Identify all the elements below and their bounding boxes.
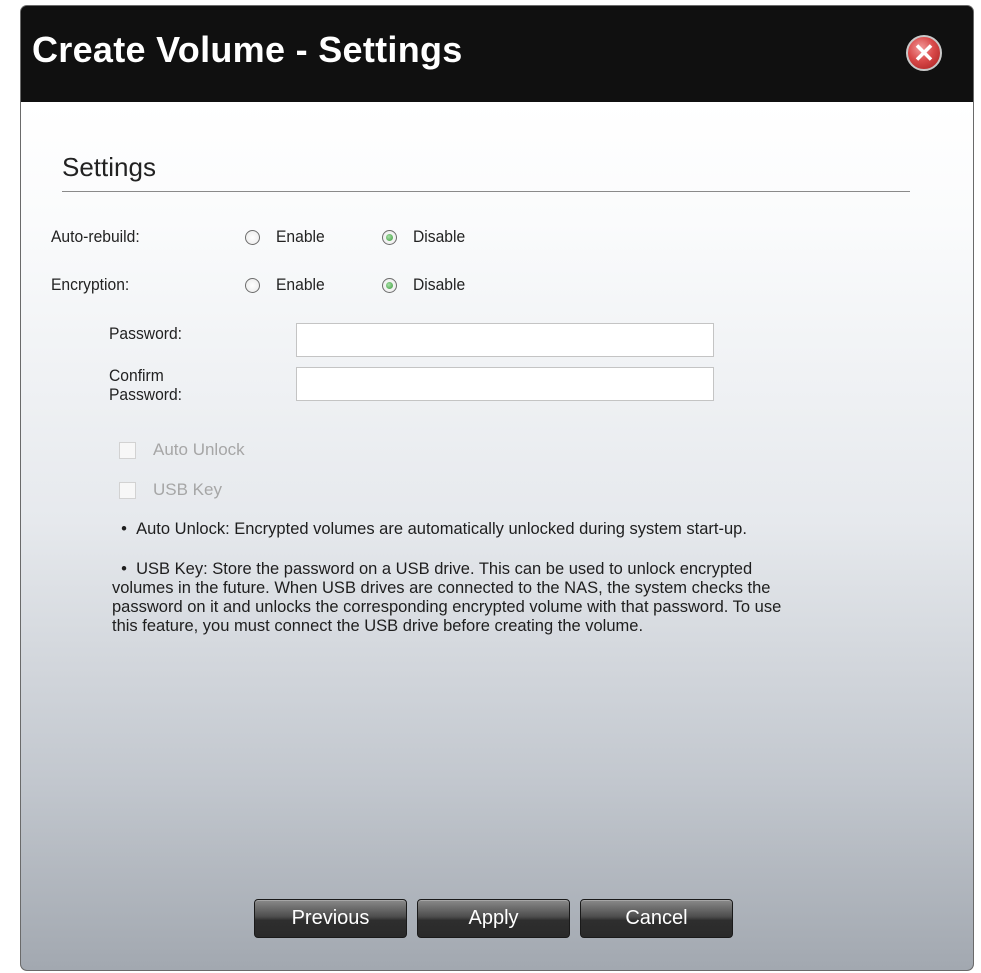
- previous-button[interactable]: Previous: [254, 899, 407, 938]
- usb-key-label: USB Key: [153, 480, 222, 499]
- section-title: Settings: [62, 152, 156, 182]
- confirm-password-field[interactable]: [296, 367, 714, 401]
- auto-rebuild-disable-radio[interactable]: [382, 230, 397, 245]
- close-icon[interactable]: ✕: [906, 35, 942, 71]
- auto-rebuild-disable-label[interactable]: Disable: [413, 227, 465, 247]
- auto-unlock-label: Auto Unlock: [153, 440, 245, 459]
- encryption-enable-label[interactable]: Enable: [276, 275, 325, 295]
- cancel-button[interactable]: Cancel: [580, 899, 733, 938]
- dialog-titlebar: Create Volume - Settings ✕: [21, 6, 973, 102]
- dialog-title: Create Volume - Settings: [32, 29, 463, 70]
- section-divider: [62, 191, 910, 192]
- auto-unlock-note-text: Auto Unlock: Encrypted volumes are autom…: [136, 520, 747, 538]
- encryption-disable-label[interactable]: Disable: [413, 275, 465, 295]
- encryption-disable-radio[interactable]: [382, 278, 397, 293]
- password-field[interactable]: [296, 323, 714, 357]
- auto-unlock-checkbox[interactable]: [119, 442, 136, 459]
- apply-button[interactable]: Apply: [417, 899, 570, 938]
- encryption-label: Encryption:: [51, 275, 130, 294]
- auto-unlock-note: • Auto Unlock: Encrypted volumes are aut…: [112, 520, 747, 538]
- usb-key-note-text: USB Key: Store the password on a USB dri…: [112, 560, 782, 635]
- auto-rebuild-enable-label[interactable]: Enable: [276, 227, 325, 247]
- usb-key-note: • USB Key: Store the password on a USB d…: [112, 560, 782, 635]
- usb-key-checkbox[interactable]: [119, 482, 136, 499]
- auto-rebuild-enable-radio[interactable]: [245, 230, 260, 245]
- confirm-password-label-line2: Password:: [109, 385, 183, 404]
- create-volume-dialog: Create Volume - Settings ✕ Settings Auto…: [21, 6, 973, 970]
- auto-rebuild-label: Auto-rebuild:: [51, 227, 140, 246]
- password-label: Password:: [109, 324, 183, 343]
- confirm-password-label-line1: Confirm: [109, 366, 164, 385]
- encryption-enable-radio[interactable]: [245, 278, 260, 293]
- confirm-password-label: Confirm Password:: [109, 366, 182, 404]
- dialog-body: Settings Auto-rebuild: Enable Disable En…: [21, 102, 973, 970]
